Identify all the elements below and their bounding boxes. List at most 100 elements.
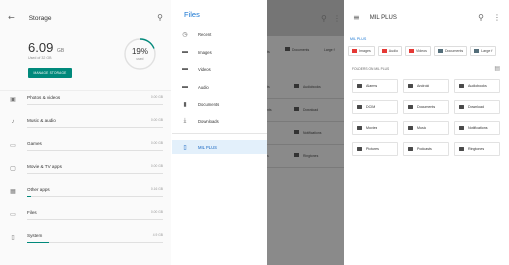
more-vert-icon: ⋮ xyxy=(333,14,341,23)
folder-icon xyxy=(408,147,413,151)
chip-large-files[interactable]: Large f xyxy=(470,46,497,56)
navigation-drawer: Files ◷ Recent ▬ Images ▬ Videos ▬ Audio… xyxy=(172,0,267,265)
drawer-item-label: MIL PLUS xyxy=(198,144,217,150)
category-music-audio[interactable]: ♪ Music & audio 0.00 GB xyxy=(0,114,171,137)
category-system[interactable]: ▯ System 4.9 GB xyxy=(0,229,171,252)
chip-videos[interactable]: Videos xyxy=(405,46,431,56)
dimmed-chip-row: ts Documents Large f xyxy=(267,41,344,64)
folder-tile[interactable]: Music xyxy=(403,121,449,135)
mil-plus-app-bar: ≡ MIL PLUS ⚲ ⋮ xyxy=(345,0,509,36)
folder-icon xyxy=(408,126,413,130)
category-size: 4.9 GB xyxy=(152,233,163,237)
drawer-item-images[interactable]: ▬ Images xyxy=(172,45,267,59)
dimmed-folder: Download xyxy=(303,108,319,112)
drawer-item-recent[interactable]: ◷ Recent xyxy=(172,27,267,41)
clock-icon: ◷ xyxy=(182,31,188,38)
category-size: 0.00 GB xyxy=(150,141,163,145)
chip-label: Large f xyxy=(481,49,493,53)
folder-tile[interactable]: Android xyxy=(403,79,449,93)
chip-audio[interactable]: Audio xyxy=(377,46,402,56)
folder-name: Android xyxy=(417,84,430,88)
storage-title: Storage xyxy=(28,14,52,22)
document-icon xyxy=(437,49,443,53)
list-view-toggle-icon[interactable]: ▤ xyxy=(494,65,500,72)
category-label: Games xyxy=(27,141,42,146)
tv-icon: ▢ xyxy=(10,166,16,172)
category-size: 0.00 GB xyxy=(150,118,163,122)
folder-icon xyxy=(294,153,299,157)
category-other-apps[interactable]: ▦ Other apps 0.16 GB xyxy=(0,183,171,206)
drawer-item-downloads[interactable]: ⤓ Downloads xyxy=(172,114,267,128)
drawer-item-audio[interactable]: ▬ Audio xyxy=(172,80,267,94)
folder-icon xyxy=(357,105,362,109)
category-label: Movie & TV apps xyxy=(27,164,62,169)
folder-icon xyxy=(294,84,299,88)
chip-label: Audio xyxy=(388,49,398,53)
dimmed-folder: Ringtones xyxy=(303,154,319,158)
chip-label: Videos xyxy=(416,49,427,53)
dimmed-folder-row: s Ringtones xyxy=(267,145,344,168)
menu-icon[interactable]: ≡ xyxy=(353,14,360,22)
category-label: System xyxy=(27,233,43,238)
apps-grid-icon: ▦ xyxy=(10,189,16,195)
folder-tile[interactable]: Documents xyxy=(403,100,449,114)
more-vert-icon[interactable]: ⋮ xyxy=(493,14,501,22)
folder-name: Pictures xyxy=(366,147,379,151)
folder-name: Notifications xyxy=(468,126,488,130)
folder-name: Ringtones xyxy=(468,147,485,151)
drawer-item-mil-plus[interactable]: ▯ MIL PLUS xyxy=(172,140,267,154)
back-arrow-icon[interactable]: ← xyxy=(8,14,15,22)
dimmed-chip: ts xyxy=(267,50,270,54)
drawer-item-label: Documents xyxy=(198,101,220,107)
image-icon: ▬ xyxy=(182,49,188,55)
folder-tile[interactable]: Audiobooks xyxy=(454,79,500,93)
storage-summary: 6.09 GB Used of 32 GB MANAGE STORAGE 19%… xyxy=(0,36,171,90)
folder-name: Podcasts xyxy=(417,147,432,151)
dimmed-chip: Large f xyxy=(324,48,335,52)
folder-tile[interactable]: Alarms xyxy=(352,79,398,93)
gamepad-icon: ▭ xyxy=(10,143,16,149)
manage-storage-button[interactable]: MANAGE STORAGE xyxy=(28,68,72,78)
chip-documents[interactable]: Documents xyxy=(433,46,468,56)
category-photos-videos[interactable]: ▣ Photos & videos 0.00 GB xyxy=(0,91,171,114)
audio-icon: ▬ xyxy=(182,84,188,90)
document-icon xyxy=(285,47,290,51)
category-files[interactable]: ▭ Files 0.00 GB xyxy=(0,206,171,229)
video-icon xyxy=(409,49,414,53)
category-size: 0.00 GB xyxy=(150,164,163,168)
mil-plus-title: MIL PLUS xyxy=(369,15,397,21)
dimmed-app-bar: ⚲ ⋮ xyxy=(267,0,344,36)
drawer-item-videos[interactable]: ▬ Videos xyxy=(172,62,267,76)
folder-tile[interactable]: Pictures xyxy=(352,142,398,156)
dimmed-folder-row: nts Download xyxy=(267,99,344,122)
drawer-item-label: Downloads xyxy=(198,118,219,124)
category-label: Music & audio xyxy=(27,118,56,123)
used-value: 6.09 xyxy=(28,40,54,55)
drawer-item-label: Recent xyxy=(198,31,212,37)
drawer-title: Files xyxy=(184,10,200,19)
folder-tile[interactable]: DCIM xyxy=(352,100,398,114)
category-label: Files xyxy=(27,210,37,215)
folder-tile[interactable]: Podcasts xyxy=(403,142,449,156)
chip-images[interactable]: Images xyxy=(348,46,375,56)
folder-tile[interactable]: Download xyxy=(454,100,500,114)
category-movie-tv[interactable]: ▢ Movie & TV apps 0.00 GB xyxy=(0,160,171,183)
search-icon[interactable]: ⚲ xyxy=(478,14,484,22)
breadcrumb[interactable]: MIL PLUS xyxy=(350,37,366,41)
drawer-item-documents[interactable]: ▮ Documents xyxy=(172,97,267,111)
folder-tile[interactable]: Movies xyxy=(352,121,398,135)
category-usage-bar xyxy=(27,173,163,175)
files-drawer-screen: ⚲ ⋮ ts Documents Large f ts Audiobooks n… xyxy=(172,0,344,265)
usage-percent: 19% xyxy=(131,47,148,56)
drawer-item-label: Videos xyxy=(198,66,211,72)
category-games[interactable]: ▭ Games 0.00 GB xyxy=(0,137,171,160)
folders-section-header: FOLDERS ON MIL PLUS xyxy=(352,67,390,71)
category-size: 0.00 GB xyxy=(150,95,163,99)
folder-icon xyxy=(408,105,413,109)
dimmed-content-scrim[interactable]: ⚲ ⋮ ts Documents Large f ts Audiobooks n… xyxy=(267,0,344,265)
chip-label: Documents xyxy=(444,49,464,53)
search-icon[interactable]: ⚲ xyxy=(157,14,163,22)
folder-tile[interactable]: Notifications xyxy=(454,121,500,135)
folder-grid: Alarms Android Audiobooks DCIM Documents… xyxy=(352,79,504,156)
folder-tile[interactable]: Ringtones xyxy=(454,142,500,156)
